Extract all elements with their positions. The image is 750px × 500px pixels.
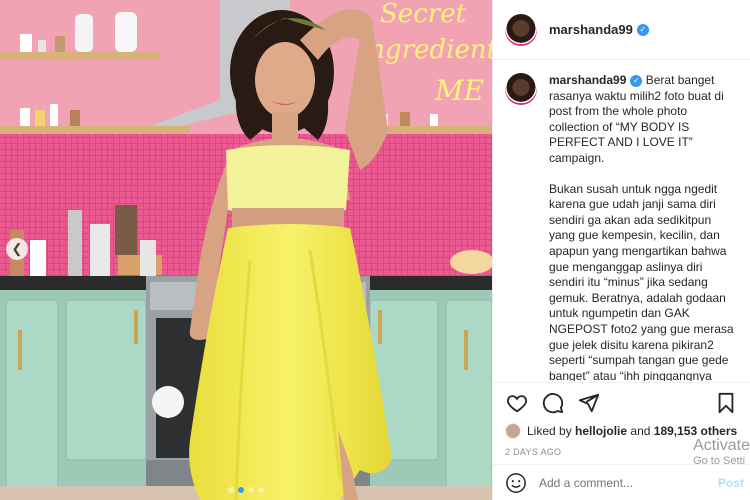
carousel-dot — [258, 487, 264, 493]
neon-line-2: ingredient is — [360, 35, 492, 65]
previous-photo-button[interactable]: ❮ — [6, 238, 28, 260]
carousel-dot — [228, 487, 234, 493]
share-button[interactable] — [577, 391, 601, 415]
likes-connector: and — [630, 424, 651, 438]
caption-paragraph-2: Bukan susah untuk ngga ngedit karena gue… — [549, 181, 734, 381]
action-bar — [505, 387, 738, 419]
comment-composer: Post — [493, 464, 750, 500]
comment-bubble-icon — [542, 393, 564, 414]
liker-avatar[interactable] — [505, 423, 521, 439]
save-button[interactable] — [714, 391, 738, 415]
likes-count-link[interactable]: 189,153 others — [654, 424, 737, 438]
verified-badge-icon: ✓ — [636, 23, 649, 36]
like-button[interactable] — [505, 391, 529, 415]
comment-input[interactable] — [539, 475, 689, 490]
paper-plane-icon — [578, 393, 600, 413]
post-header: marshanda99 ✓ — [493, 0, 750, 60]
heart-icon — [507, 395, 527, 413]
neon-line-1: Secret — [380, 0, 467, 29]
first-liker-link[interactable]: hellojolie — [575, 424, 627, 438]
caption-section: marshanda99 ✓ Berat banget rasanya waktu … — [493, 61, 750, 381]
bookmark-icon — [718, 392, 734, 414]
likes-prefix: Liked by — [527, 424, 572, 438]
verified-badge-icon: ✓ — [630, 75, 643, 87]
post-image: Secret ingredient is ME — [0, 0, 492, 500]
carousel-dot — [248, 487, 254, 493]
caption-username[interactable]: marshanda99 — [549, 73, 626, 87]
caption-author-avatar[interactable] — [505, 73, 537, 105]
author-avatar[interactable] — [505, 13, 537, 46]
post-photo[interactable]: Secret ingredient is ME — [0, 0, 492, 500]
watermark-line-2: Go to Setti — [693, 455, 746, 467]
watermark-line-1: Activate — [693, 437, 750, 454]
post-details-panel: marshanda99 ✓ marshanda99 ✓ Berat banget … — [492, 0, 750, 500]
carousel-indicator — [228, 487, 264, 493]
author-username[interactable]: marshanda99 — [549, 22, 633, 37]
post-comment-button[interactable]: Post — [718, 476, 744, 490]
caption-body: marshanda99 ✓ Berat banget rasanya waktu … — [549, 73, 738, 381]
comment-button[interactable] — [541, 391, 565, 415]
emoji-icon[interactable] — [505, 472, 527, 494]
neon-line-3: ME — [434, 74, 484, 107]
activation-watermark: Activate Go to Setti — [693, 437, 750, 467]
carousel-dot-active — [238, 487, 244, 493]
